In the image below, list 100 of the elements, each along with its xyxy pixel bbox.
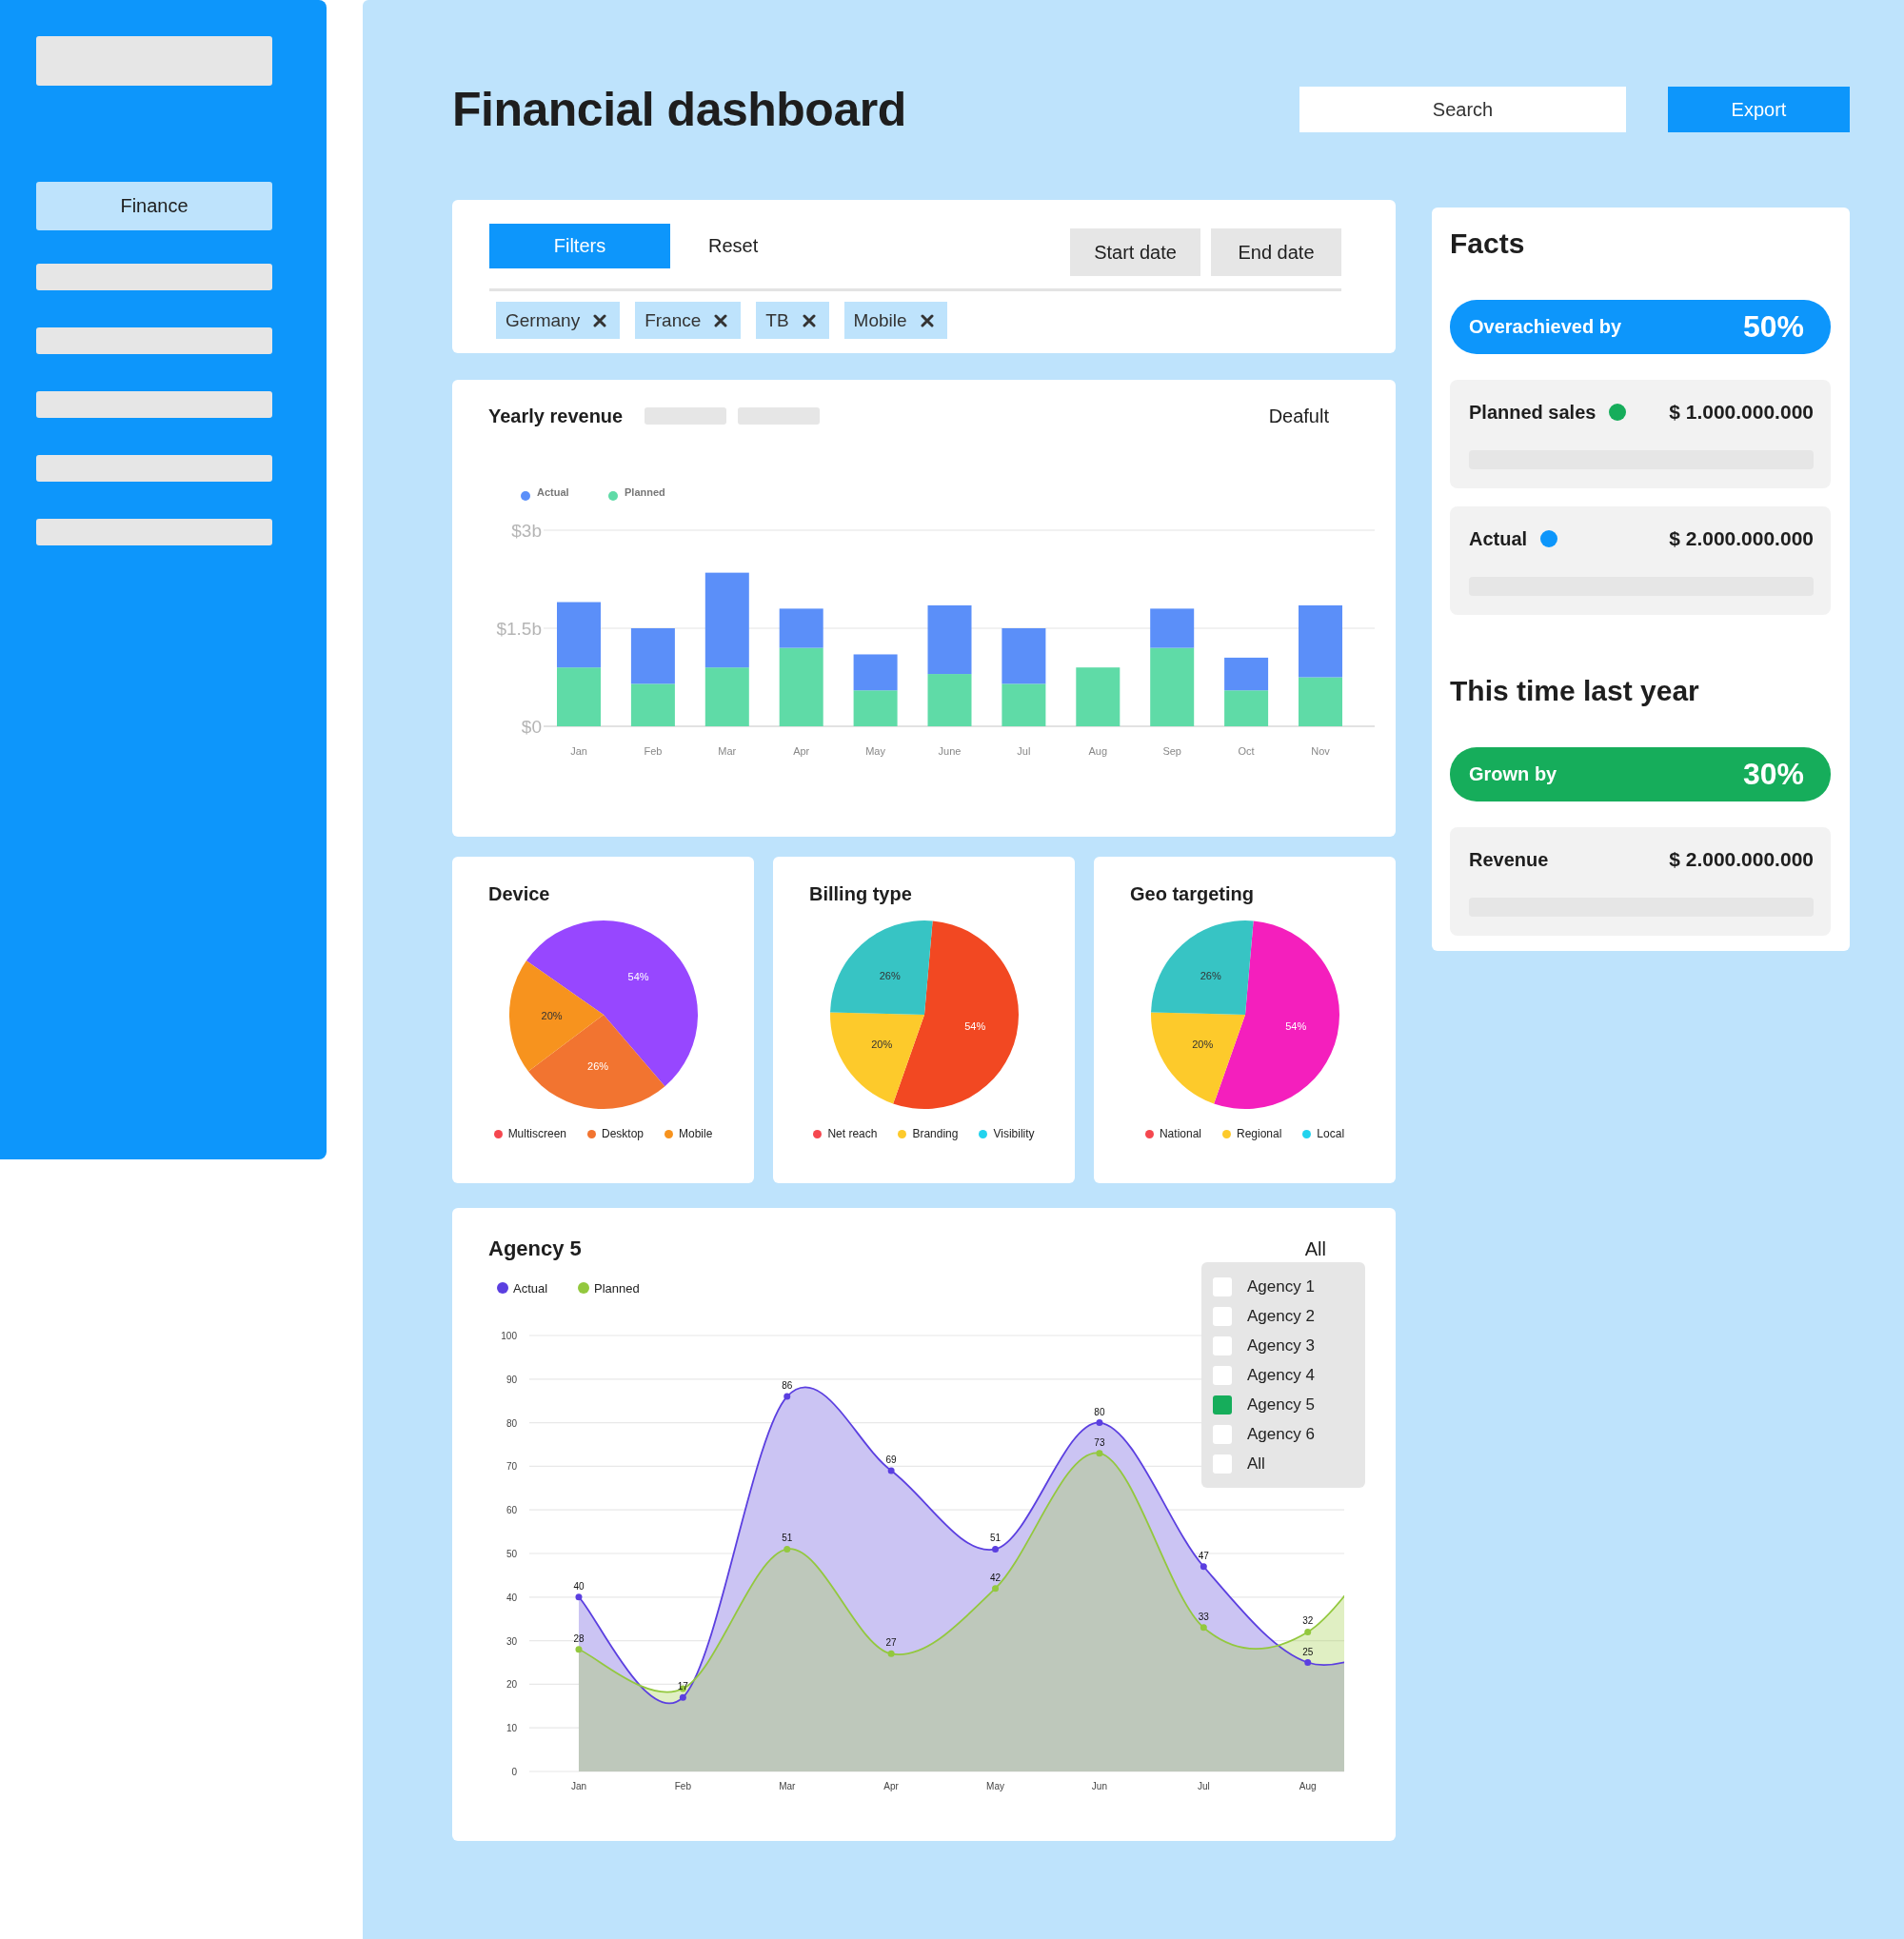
point	[992, 1585, 1000, 1593]
axis-label: June	[938, 745, 962, 757]
chip-label: Mobile	[853, 309, 907, 331]
filter-chip[interactable]: Mobile	[843, 302, 947, 339]
search-field[interactable]: Search	[1299, 87, 1626, 132]
section-title: This time last year	[1450, 674, 1700, 708]
pill-label: Overachieved by	[1469, 316, 1622, 338]
axis-label: Jul	[1017, 745, 1031, 757]
slice-label: 26%	[1200, 970, 1221, 982]
axis-label: 20	[506, 1679, 517, 1691]
chart-title: Yearly revenue	[488, 405, 624, 427]
point	[1200, 1563, 1207, 1571]
axis-label: 10	[506, 1723, 517, 1734]
checkbox[interactable]	[1213, 1306, 1232, 1326]
checkbox[interactable]	[1213, 1276, 1232, 1296]
axis-label: $1.5b	[496, 619, 542, 639]
bar	[557, 667, 601, 726]
legend-label: Mobile	[679, 1127, 713, 1140]
chart-title: Agency 5	[488, 1237, 582, 1261]
axis-label: 100	[501, 1331, 517, 1341]
dropdown-item[interactable]: Agency 1	[1213, 1272, 1354, 1301]
legend-dot	[608, 491, 618, 501]
bar	[853, 654, 898, 691]
legend-label: Planned	[625, 486, 665, 498]
point	[575, 1593, 583, 1601]
stat-value: $ 2.000.000.000	[1669, 527, 1814, 550]
axis-label: Sep	[1162, 745, 1181, 757]
legend-dot	[521, 491, 530, 501]
axis-label: Mar	[718, 745, 737, 757]
data-label: 51	[989, 1533, 1002, 1544]
stat-value: $ 2.000.000.000	[1669, 848, 1814, 871]
data-label: 51	[782, 1533, 793, 1544]
close-icon[interactable]	[920, 313, 934, 327]
data-label: 32	[1302, 1615, 1314, 1627]
axis-label: Feb	[674, 1781, 691, 1791]
point	[887, 1467, 895, 1474]
item-label: Agency 1	[1247, 1276, 1315, 1296]
checkbox[interactable]	[1213, 1336, 1232, 1355]
date-button[interactable]: End date	[1211, 228, 1341, 276]
view-selector[interactable]: Deafult	[1268, 405, 1329, 427]
close-icon[interactable]	[593, 313, 607, 327]
bar	[1224, 657, 1269, 691]
chart-title: Device	[488, 883, 550, 905]
point	[887, 1650, 895, 1657]
bar	[1002, 628, 1046, 684]
stat-label: Planned sales	[1469, 401, 1597, 424]
axis-label: 90	[506, 1374, 517, 1385]
axis-label: Oct	[1238, 745, 1255, 757]
close-icon[interactable]	[802, 313, 816, 327]
dropdown-item[interactable]: All	[1213, 1449, 1354, 1478]
point	[783, 1545, 791, 1553]
axis-label: 80	[506, 1417, 517, 1429]
legend-label: Desktop	[602, 1127, 644, 1140]
bar	[853, 690, 898, 726]
data-label: 27	[885, 1637, 897, 1649]
agency-selector[interactable]: All	[1304, 1237, 1326, 1260]
axis-label: 40	[506, 1592, 517, 1603]
dropdown-item[interactable]: Agency 6	[1213, 1419, 1354, 1449]
checkbox[interactable]	[1213, 1395, 1232, 1415]
chip-label: Germany	[506, 309, 581, 331]
axis-label: Jul	[1197, 1781, 1210, 1791]
dropdown-item[interactable]: Agency 5	[1213, 1390, 1354, 1419]
checkbox[interactable]	[1213, 1454, 1232, 1474]
filter-chip[interactable]: TB	[756, 302, 829, 339]
chart-title: Geo targeting	[1130, 883, 1254, 905]
data-label: 33	[1198, 1611, 1209, 1622]
slice-label: 20%	[870, 1038, 892, 1050]
axis-label: $3b	[511, 521, 542, 541]
pill-value: 30%	[1742, 757, 1804, 792]
bar	[927, 674, 972, 726]
legend-label: Actual	[537, 486, 569, 498]
legend-label: Local	[1317, 1127, 1345, 1140]
dropdown-item[interactable]: Agency 3	[1213, 1331, 1354, 1360]
data-label: 86	[782, 1380, 793, 1392]
point	[783, 1393, 791, 1400]
data-label: 80	[1094, 1406, 1105, 1417]
legend-label: Net reach	[827, 1127, 878, 1140]
data-label: 73	[1094, 1436, 1105, 1448]
checkbox[interactable]	[1213, 1424, 1232, 1444]
section-title: Facts	[1450, 227, 1526, 261]
filter-chip[interactable]: Germany	[496, 302, 621, 339]
axis-label: Jan	[570, 1781, 586, 1791]
date-button[interactable]: Start date	[1070, 228, 1200, 276]
point	[1096, 1450, 1103, 1457]
item-label: Agency 5	[1247, 1395, 1315, 1415]
data-label: 40	[573, 1580, 585, 1592]
checkbox[interactable]	[1213, 1365, 1232, 1385]
chart-title: Billing type	[809, 883, 912, 905]
close-icon[interactable]	[714, 313, 728, 327]
legend-label: National	[1159, 1127, 1201, 1140]
dropdown-item[interactable]: Agency 2	[1213, 1301, 1354, 1331]
chip-label: TB	[765, 309, 789, 331]
filter-chip[interactable]: France	[635, 302, 742, 339]
legend-label: Visibility	[993, 1127, 1035, 1140]
slice-label: 54%	[627, 970, 649, 982]
legend-dot	[497, 1282, 508, 1294]
axis-label: Jan	[570, 745, 587, 757]
sidebar-item[interactable]: Finance	[36, 182, 272, 230]
dropdown-item[interactable]: Agency 4	[1213, 1360, 1354, 1390]
filter-tab[interactable]: Reset	[708, 224, 759, 268]
